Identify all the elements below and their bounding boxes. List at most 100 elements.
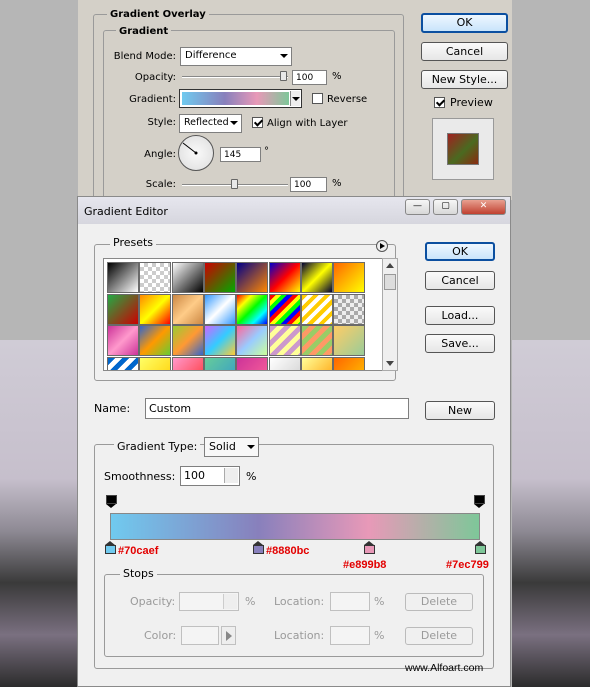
minimize-button[interactable]: — — [405, 199, 430, 215]
load-button[interactable]: Load... — [425, 306, 495, 325]
color-stop-hex-label: #e899b8 — [343, 559, 387, 571]
stop-location-label: Location: — [274, 595, 325, 608]
delete-opacity-stop-button[interactable]: Delete — [405, 593, 473, 611]
preset-swatch[interactable] — [107, 262, 139, 293]
stop-color-location-field[interactable] — [330, 626, 370, 645]
opacity-field[interactable]: 100 — [292, 70, 327, 85]
angle-unit: ° — [264, 146, 269, 157]
smoothness-stepper[interactable] — [224, 468, 238, 483]
scroll-down-icon[interactable] — [386, 361, 394, 366]
title-bar[interactable]: Gradient Editor — ▢ ✕ — [78, 197, 510, 224]
new-style-button[interactable]: New Style... — [421, 70, 508, 89]
preset-swatch[interactable] — [236, 325, 269, 356]
presets-menu-button[interactable] — [376, 240, 388, 252]
preset-swatch[interactable] — [139, 325, 172, 356]
preset-swatch[interactable] — [203, 356, 236, 370]
preset-swatch[interactable] — [107, 325, 139, 356]
preset-swatch[interactable] — [300, 356, 333, 370]
delete-color-stop-button[interactable]: Delete — [405, 627, 473, 645]
align-with-layer-checkbox[interactable] — [252, 117, 263, 128]
presets-grid[interactable] — [103, 258, 398, 371]
preset-swatch[interactable] — [268, 293, 301, 325]
name-label: Name: — [94, 402, 131, 415]
preset-swatch[interactable] — [171, 262, 204, 293]
style-value: Reflected — [184, 117, 229, 128]
smoothness-unit: % — [246, 470, 257, 483]
scale-slider-knob[interactable] — [231, 179, 238, 189]
preset-swatch[interactable] — [171, 325, 204, 356]
reverse-checkbox[interactable] — [312, 93, 323, 104]
name-input[interactable]: Custom — [145, 398, 409, 419]
preset-swatch[interactable] — [333, 262, 366, 293]
preset-swatch[interactable] — [333, 293, 366, 325]
cancel-button[interactable]: Cancel — [425, 271, 495, 290]
preset-swatch[interactable] — [333, 356, 366, 370]
gradient-type-select[interactable]: Solid — [204, 437, 259, 457]
opacity-stop-right[interactable] — [474, 495, 485, 508]
stop-color-arrow[interactable] — [221, 626, 236, 645]
color-stop[interactable] — [105, 541, 116, 554]
stop-opacity-field[interactable] — [179, 592, 239, 611]
preset-swatch[interactable] — [236, 262, 269, 293]
preset-swatch[interactable] — [300, 293, 333, 325]
gradient-bar[interactable] — [110, 513, 480, 540]
angle-dial[interactable] — [178, 135, 214, 171]
new-button[interactable]: New — [425, 401, 495, 420]
preset-swatch[interactable] — [203, 325, 236, 356]
ok-button[interactable]: OK — [421, 13, 508, 33]
stop-opacity-stepper[interactable] — [223, 594, 237, 609]
preset-swatch[interactable] — [107, 293, 139, 325]
scale-field[interactable]: 100 — [290, 177, 327, 192]
gradient-overlay-title: Gradient Overlay — [107, 9, 209, 20]
preset-swatch[interactable] — [107, 356, 139, 370]
save-button[interactable]: Save... — [425, 334, 495, 353]
preset-swatch[interactable] — [203, 262, 236, 293]
cancel-button[interactable]: Cancel — [421, 42, 508, 61]
color-stop[interactable] — [475, 541, 486, 554]
ok-button[interactable]: OK — [425, 242, 495, 261]
presets-label: Presets — [110, 236, 157, 249]
preset-swatch[interactable] — [171, 293, 204, 325]
preset-swatch[interactable] — [236, 356, 269, 370]
preset-swatch[interactable] — [300, 325, 333, 356]
maximize-icon: ▢ — [441, 201, 450, 211]
preset-swatch[interactable] — [203, 293, 236, 325]
stop-location-field[interactable] — [330, 592, 370, 611]
opacity-slider-knob[interactable] — [279, 71, 287, 81]
maximize-button[interactable]: ▢ — [433, 199, 458, 215]
gradient-dropdown[interactable] — [290, 91, 300, 106]
stop-color-location-unit: % — [374, 629, 385, 642]
stop-color-swatch[interactable] — [181, 626, 219, 645]
play-icon — [226, 631, 232, 641]
smoothness-field[interactable]: 100 — [180, 466, 240, 486]
preview-checkbox[interactable] — [434, 97, 445, 108]
opacity-stop-left[interactable] — [106, 495, 117, 508]
gradient-preview — [182, 92, 289, 105]
background-photo-left — [0, 340, 78, 687]
style-select[interactable]: Reflected — [179, 114, 242, 133]
scale-unit: % — [332, 178, 342, 189]
window-title: Gradient Editor — [84, 205, 168, 218]
preset-swatch[interactable] — [139, 262, 172, 293]
preset-swatch[interactable] — [171, 356, 204, 370]
scroll-thumb[interactable] — [384, 274, 396, 290]
preset-swatch[interactable] — [268, 262, 301, 293]
preset-swatch[interactable] — [139, 293, 172, 325]
color-stop[interactable] — [364, 541, 375, 554]
gradient-picker[interactable] — [179, 89, 302, 108]
blend-mode-select[interactable]: Difference — [180, 47, 292, 66]
opacity-slider[interactable] — [182, 76, 288, 78]
preview-swatch — [447, 133, 479, 165]
preset-swatch[interactable] — [333, 325, 366, 356]
presets-scrollbar[interactable] — [382, 258, 398, 371]
color-stop[interactable] — [253, 541, 264, 554]
preset-swatch[interactable] — [139, 356, 172, 370]
preset-swatch[interactable] — [236, 293, 269, 325]
angle-field[interactable]: 145 — [220, 147, 261, 162]
close-button[interactable]: ✕ — [461, 199, 506, 215]
scroll-up-icon[interactable] — [386, 263, 394, 268]
angle-label: Angle: — [144, 149, 176, 160]
preset-swatch[interactable] — [268, 325, 301, 356]
preset-swatch[interactable] — [268, 356, 301, 370]
preset-swatch[interactable] — [300, 262, 333, 293]
